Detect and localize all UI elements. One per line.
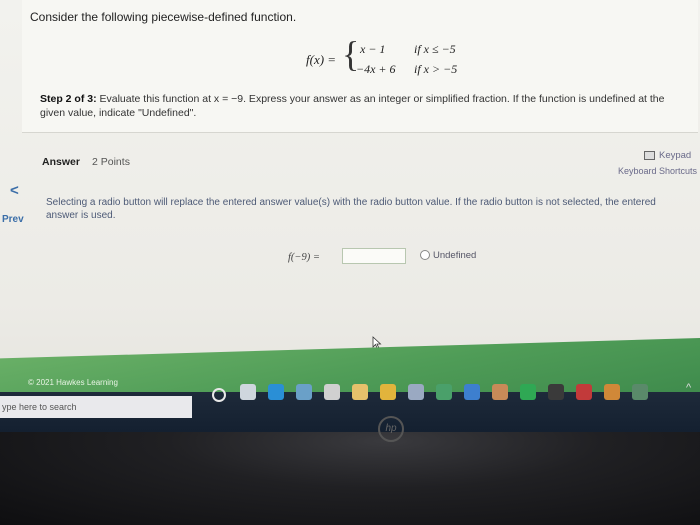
- case-2-expression: −4x + 6: [356, 62, 396, 76]
- copyright-text: © 2021 Hawkes Learning: [28, 378, 118, 387]
- keypad-label: Keypad: [659, 150, 692, 161]
- files-icon[interactable]: [352, 384, 368, 400]
- media-icon[interactable]: [436, 384, 452, 400]
- browser-screen: Consider the following piecewise-defined…: [0, 0, 700, 432]
- radio-button-note: Selecting a radio button will replace th…: [46, 197, 656, 221]
- case-1-condition: if x ≤ −5: [414, 42, 456, 56]
- answer-function-label: f(−9) =: [288, 252, 320, 263]
- app-round-icon[interactable]: [632, 384, 648, 400]
- app-a-icon[interactable]: [408, 384, 424, 400]
- case-1-expression: x − 1: [360, 42, 386, 56]
- keypad-button[interactable]: Keypad: [644, 150, 691, 161]
- answer-heading: Answer: [42, 156, 80, 168]
- spotify-icon[interactable]: [520, 384, 536, 400]
- game-icon[interactable]: [576, 384, 592, 400]
- edge-icon[interactable]: [268, 384, 284, 400]
- laptop-bezel: [0, 432, 700, 525]
- store-icon[interactable]: [324, 384, 340, 400]
- chrome-icon[interactable]: [380, 384, 396, 400]
- question-text: Consider the following piecewise-defined…: [30, 10, 297, 24]
- amazon-icon[interactable]: [548, 384, 564, 400]
- keypad-icon: [644, 150, 655, 160]
- cortana-icon[interactable]: [212, 388, 226, 402]
- undefined-radio-label[interactable]: Undefined: [433, 250, 476, 261]
- undefined-radio[interactable]: [420, 250, 430, 260]
- function-label: f(x) =: [306, 52, 337, 67]
- photo-app-icon[interactable]: [492, 384, 508, 400]
- tray-chevron-icon[interactable]: ^: [686, 382, 691, 394]
- prev-chevron-icon[interactable]: <: [10, 182, 19, 199]
- keyboard-shortcuts-link[interactable]: Keyboard Shortcuts: [618, 166, 697, 176]
- footer-band: [0, 338, 700, 398]
- step-instructions: Step 2 of 3: Evaluate this function at x…: [40, 92, 680, 120]
- case-2-condition: if x > −5: [414, 62, 458, 76]
- calendar-icon[interactable]: [464, 384, 480, 400]
- step-label: Step 2 of 3:: [40, 93, 97, 105]
- prev-button[interactable]: Prev: [2, 214, 24, 225]
- step-text: Evaluate this function at x = −9. Expres…: [40, 93, 665, 119]
- app-icon[interactable]: [604, 384, 620, 400]
- points-label: 2 Points: [92, 156, 130, 168]
- answer-input[interactable]: [342, 248, 406, 264]
- taskbar-search-input[interactable]: ype here to search: [0, 396, 192, 418]
- photos-icon[interactable]: [296, 384, 312, 400]
- task-view-icon[interactable]: [240, 384, 256, 400]
- hp-logo: hp: [378, 416, 404, 442]
